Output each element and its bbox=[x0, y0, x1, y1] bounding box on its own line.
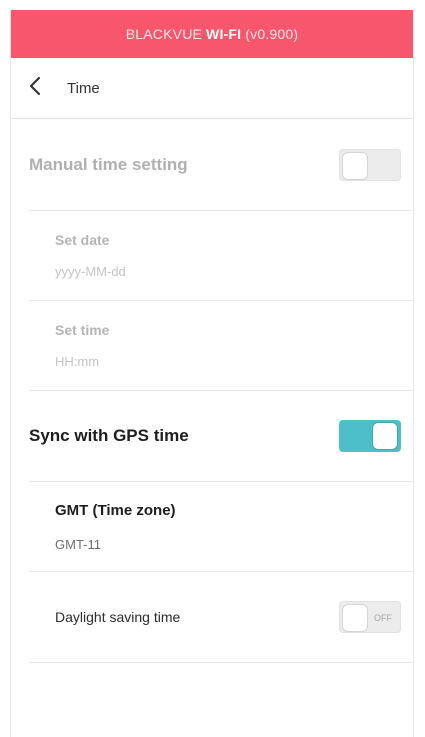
gmt-timezone-label: GMT (Time zone) bbox=[55, 501, 176, 519]
header-brand: WI-FI bbox=[206, 26, 242, 42]
set-date-value: yyyy-MM-dd bbox=[55, 264, 126, 279]
toggle-knob bbox=[372, 422, 398, 450]
set-time-value: HH:mm bbox=[55, 354, 100, 369]
gmt-timezone-value: GMT-11 bbox=[55, 536, 101, 552]
toggle-knob bbox=[342, 604, 368, 632]
set-time-label: Set time bbox=[55, 322, 110, 338]
manual-time-toggle[interactable] bbox=[339, 148, 401, 181]
toggle-knob bbox=[342, 151, 368, 180]
header-prefix: BLACKVUE bbox=[125, 26, 203, 42]
gps-sync-row: Sync with GPS time bbox=[29, 391, 413, 482]
daylight-saving-toggle[interactable]: OFF bbox=[339, 601, 401, 633]
gps-sync-toggle[interactable] bbox=[339, 420, 401, 452]
daylight-saving-label: Daylight saving time bbox=[55, 609, 181, 625]
chevron-left-icon bbox=[29, 76, 41, 101]
page-title: Time bbox=[67, 79, 100, 97]
gps-sync-label: Sync with GPS time bbox=[29, 426, 189, 445]
header-version: (v0.900) bbox=[245, 26, 299, 42]
set-date-label: Set date bbox=[55, 232, 110, 248]
set-time-row[interactable]: Set time HH:mm bbox=[29, 301, 413, 391]
toggle-off-text: OFF bbox=[374, 613, 392, 623]
manual-time-row: Manual time setting bbox=[29, 119, 413, 211]
app-header: BLACKVUE WI-FI (v0.900) bbox=[11, 10, 413, 58]
daylight-saving-row: Daylight saving time OFF bbox=[29, 572, 413, 663]
set-date-row[interactable]: Set date yyyy-MM-dd bbox=[29, 211, 413, 301]
manual-time-label: Manual time setting bbox=[29, 154, 188, 174]
nav-bar: Time bbox=[11, 58, 413, 119]
gmt-timezone-row[interactable]: GMT (Time zone) GMT-11 bbox=[29, 482, 413, 572]
app-frame: BLACKVUE WI-FI (v0.900) Time Manual time… bbox=[10, 10, 414, 737]
back-button[interactable] bbox=[29, 75, 55, 101]
